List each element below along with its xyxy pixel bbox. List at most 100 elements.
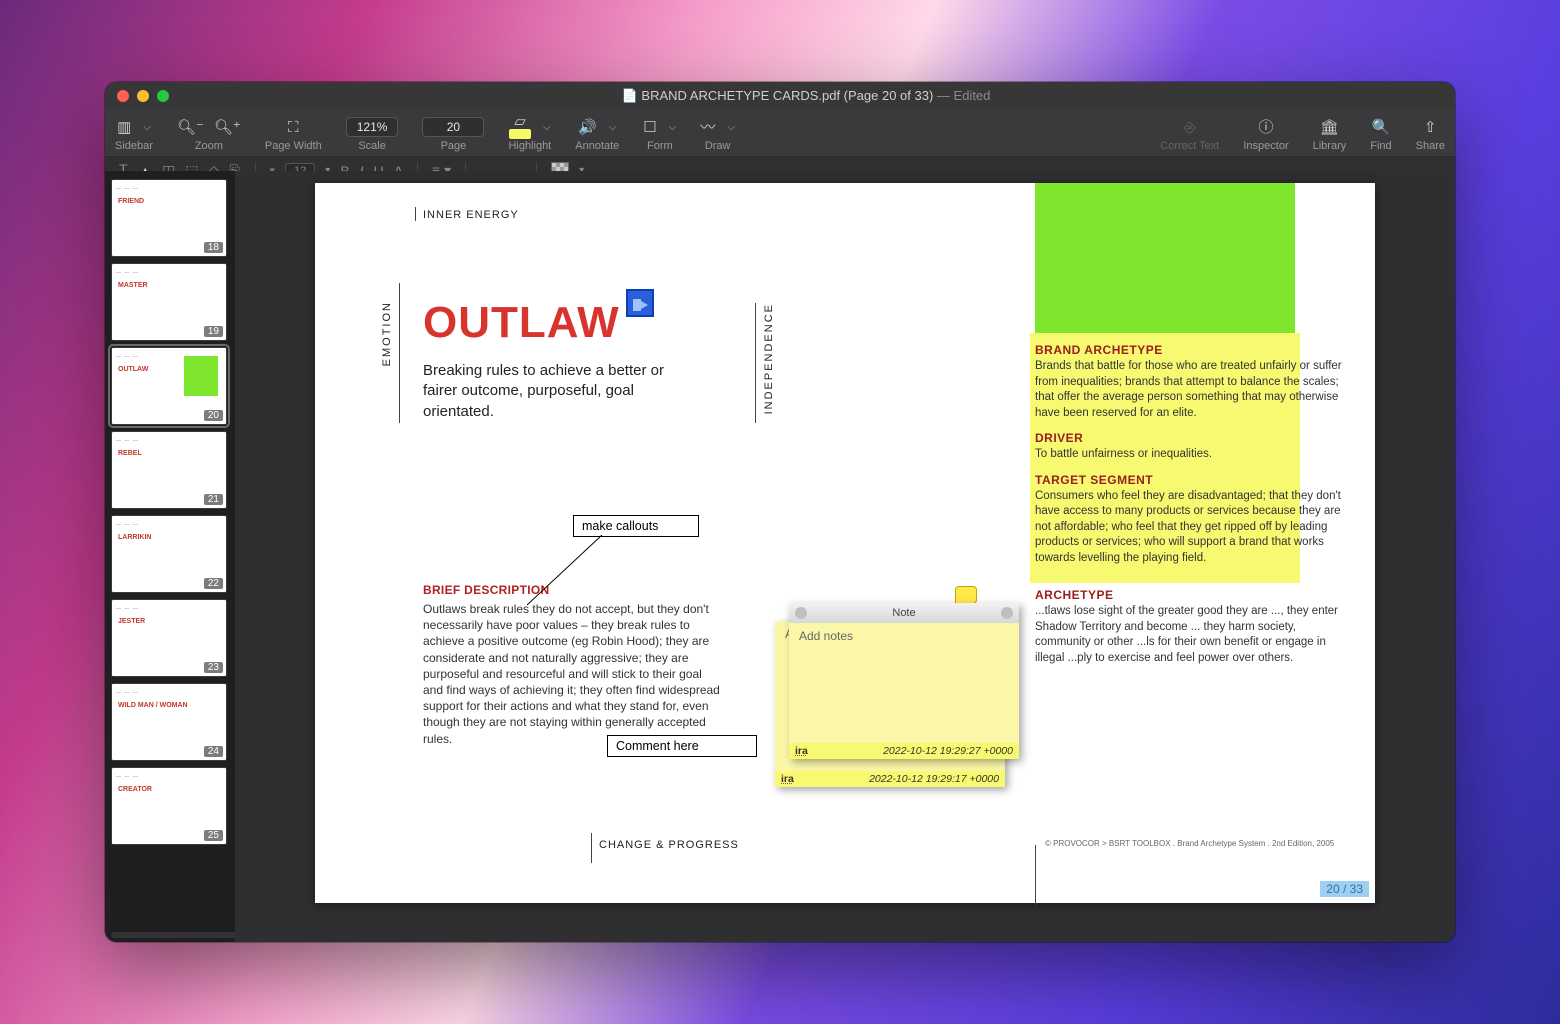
titlebar: 📄 BRAND ARCHETYPE CARDS.pdf (Page 20 of … [105,82,1455,110]
sound-annotation-icon[interactable] [626,289,654,317]
page-label: Page [441,140,467,152]
close-window-button[interactable] [117,90,129,102]
note-footer-front: ira 2022-10-12 19:29:27 +0000 [789,743,1019,759]
thumbnail-page-24[interactable]: — — —WILD MAN / WOMAN24 [111,683,227,761]
app-window: 📄 BRAND ARCHETYPE CARDS.pdf (Page 20 of … [105,82,1455,942]
scale-input[interactable]: 121% [346,117,399,137]
share-group: ⇧ Share [1416,116,1445,152]
right-h2: DRIVER [1035,431,1345,445]
note-annotation-icon[interactable] [955,586,977,604]
inspector-icon[interactable]: ⓘ [1258,120,1273,135]
thumbnail-page-25[interactable]: — — —CREATOR25 [111,767,227,845]
pdf-page: INNER ENERGY EMOTION OUTLAW Breaking rul… [315,183,1375,903]
zoom-out-icon[interactable]: 🔍︎⁻ [177,120,204,135]
thumbnail-page-21[interactable]: — — —REBEL21 [111,431,227,509]
zoom-group: 🔍︎⁻ 🔍︎⁺ Zoom [177,116,241,152]
correct-text-label: Correct Text [1160,140,1219,152]
window-title: 📄 BRAND ARCHETYPE CARDS.pdf (Page 20 of … [169,88,1443,104]
note-time-back: 2022-10-12 19:29:17 +0000 [869,773,999,785]
thumbnail-page-22[interactable]: — — —LARRIKIN22 [111,515,227,593]
search-icon[interactable]: 🔍 [1372,120,1391,135]
section-label-left: EMOTION [381,301,393,366]
note-body-front[interactable]: Add notes [789,623,1019,743]
main-toolbar: ▥ ⌵ Sidebar 🔍︎⁻ 🔍︎⁺ Zoom ⛶ Page Width 121… [105,110,1455,157]
annotate-icon[interactable]: 🔊 [578,120,597,135]
sticky-note-front[interactable]: Note Add notes ira 2022-10-12 19:29:27 +… [789,603,1019,759]
doc-title-text: BRAND ARCHETYPE CARDS.pdf (Page 20 of 33… [641,88,933,103]
chevron-down-icon[interactable]: ⌵ [669,122,677,133]
sidebar-icon[interactable]: ▥ [117,120,131,135]
footer-credit: © PROVOCOR > BSRT TOOLBOX . Brand Archet… [1045,839,1334,848]
draw-icon[interactable]: 〰 [700,120,715,135]
traffic-lights [117,90,169,102]
note-author-back: ira [781,773,794,785]
thumbnail-page-19[interactable]: — — —MASTER19 [111,263,227,341]
sidebar-label: Sidebar [115,140,153,152]
content-area: — — —FRIEND18— — —MASTER19— — —OUTLAW20—… [105,171,1455,942]
page-input[interactable]: 20 [422,117,484,137]
page-width-group: ⛶ Page Width [265,116,322,152]
note-title: Note [892,607,915,619]
page-viewport[interactable]: INNER ENERGY EMOTION OUTLAW Breaking rul… [235,171,1455,942]
share-label: Share [1416,140,1445,152]
page-width-label: Page Width [265,140,322,152]
right-t1: Brands that battle for those who are tre… [1035,359,1345,421]
minimize-window-button[interactable] [137,90,149,102]
note-header[interactable]: Note [789,603,1019,623]
zoom-in-icon[interactable]: 🔍︎⁺ [214,120,241,135]
library-group: 🏛 Library [1313,116,1347,152]
edited-indicator: — Edited [937,88,990,103]
find-group: 🔍 Find [1370,116,1391,152]
chevron-down-icon[interactable]: ⌵ [727,122,735,133]
form-group: ☐⌵ Form [643,116,676,152]
highlight-group: ▱ ⌵ Highlight [508,116,551,152]
right-t3: Consumers who feel they are disadvantage… [1035,489,1345,567]
share-icon[interactable]: ⇧ [1424,120,1437,135]
thumbnail-sidebar[interactable]: — — —FRIEND18— — —MASTER19— — —OUTLAW20—… [105,171,235,942]
annotate-label: Annotate [575,140,619,152]
thumbnail-page-23[interactable]: — — —JESTER23 [111,599,227,677]
card-lead: Breaking rules to achieve a better or fa… [423,361,693,422]
note-author-front: ira [795,745,808,757]
correct-text-group: ⎆ Correct Text [1160,116,1219,152]
highlight-block-green [1035,183,1295,333]
section-label-top: INNER ENERGY [423,209,519,221]
note-close-icon[interactable] [795,607,807,619]
chevron-down-icon[interactable]: ⌵ [543,122,551,133]
right-h3: TARGET SEGMENT [1035,473,1345,487]
find-label: Find [1370,140,1391,152]
page-count-badge: 20 / 33 [1320,881,1369,897]
chevron-down-icon[interactable]: ⌵ [609,122,617,133]
callout-box-1[interactable]: make callouts [573,515,699,537]
correct-text-icon[interactable]: ⎆ [1184,120,1196,135]
right-h4: ARCHETYPE [1035,588,1345,602]
callout-box-2[interactable]: Comment here [607,735,757,757]
sidebar-scrollbar[interactable] [111,932,235,938]
note-options-icon[interactable] [1001,607,1013,619]
card-title: OUTLAW [423,298,654,348]
scale-label: Scale [358,140,386,152]
callout-leader-1 [527,535,617,615]
page-group: 20 Page [422,116,484,152]
form-icon[interactable]: ☐ [643,120,656,135]
library-icon[interactable]: 🏛 [1320,120,1339,135]
section-label-bottom: CHANGE & PROGRESS [599,839,739,851]
inspector-label: Inspector [1243,140,1288,152]
library-label: Library [1313,140,1347,152]
highlight-icon[interactable]: ▱ [509,114,531,141]
thumbnail-page-20[interactable]: — — —OUTLAW20 [111,347,227,425]
right-h1: BRAND ARCHETYPE [1035,343,1345,357]
highlight-label: Highlight [508,140,551,152]
doc-icon: 📄 [622,88,642,103]
chevron-down-icon[interactable]: ⌵ [143,122,151,133]
draw-label: Draw [705,140,731,152]
section-label-mid: INDEPENDENCE [763,303,775,414]
annotate-group: 🔊 ⌵ Annotate [575,116,619,152]
right-t4: ...tlaws lose sight of the greater good … [1035,604,1345,666]
card-title-text: OUTLAW [423,298,620,347]
draw-group: 〰 ⌵ Draw [700,116,735,152]
zoom-window-button[interactable] [157,90,169,102]
thumbnail-page-18[interactable]: — — —FRIEND18 [111,179,227,257]
brief-text: Outlaws break rules they do not accept, … [423,601,723,747]
page-width-icon[interactable]: ⛶ [288,120,299,135]
